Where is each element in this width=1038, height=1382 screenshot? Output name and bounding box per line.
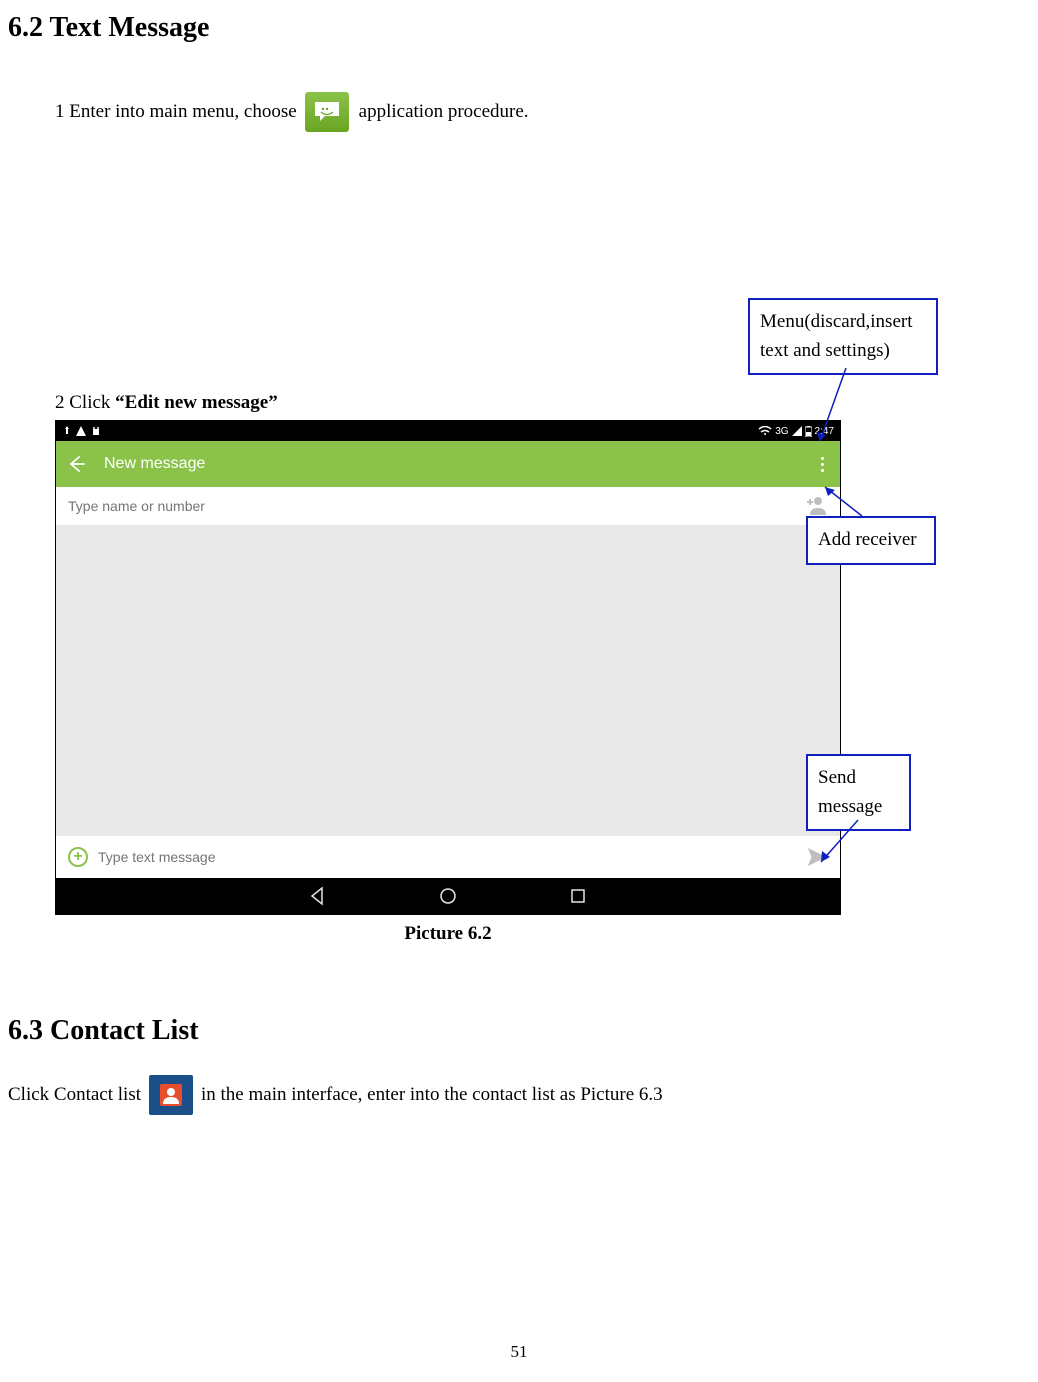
callout-menu-leader <box>816 368 856 448</box>
figure-caption: Picture 6.2 <box>55 923 841 945</box>
overflow-menu-button[interactable] <box>817 451 828 478</box>
section-title-6-3: 6.3 Contact List <box>8 1015 1038 1047</box>
status-bar: 3G 2:47 <box>56 421 840 441</box>
recipient-input[interactable] <box>68 498 804 514</box>
step1-pre-text: 1 Enter into main menu, choose <box>55 101 297 123</box>
back-icon[interactable] <box>68 455 86 473</box>
network-type: 3G <box>775 426 788 437</box>
nav-home-icon[interactable] <box>438 886 458 906</box>
app-bar-title: New message <box>104 455 205 473</box>
wifi-icon <box>758 426 772 436</box>
warning-icon <box>75 425 87 437</box>
callout-add-receiver-leader <box>822 484 882 524</box>
callout-menu: Menu(discard,insert text and settings) <box>748 298 938 375</box>
recipient-row <box>56 487 840 525</box>
contact-post-text: in the main interface, enter into the co… <box>201 1084 663 1106</box>
app-bar: New message <box>56 441 840 487</box>
section-title-6-2: 6.2 Text Message <box>8 12 1038 44</box>
step2-pre-text: 2 Click <box>55 392 115 413</box>
signal-icon <box>792 426 802 436</box>
battery-icon <box>805 426 812 437</box>
step1-post-text: application procedure. <box>359 101 529 123</box>
step2-bold-text: “Edit new message” <box>115 392 278 413</box>
message-body-area <box>56 525 840 836</box>
android-screenshot: 3G 2:47 New message <box>55 420 841 915</box>
contact-pre-text: Click Contact list <box>8 1084 141 1106</box>
nav-back-icon[interactable] <box>308 886 328 906</box>
page-number: 51 <box>0 1342 1038 1362</box>
callout-send-leader <box>818 820 878 870</box>
nav-recent-icon[interactable] <box>568 886 588 906</box>
navigation-bar <box>56 878 840 914</box>
messaging-app-icon <box>305 92 349 132</box>
contacts-app-icon <box>149 1075 193 1115</box>
attach-button[interactable]: + <box>68 847 88 867</box>
compose-row: + <box>56 836 840 878</box>
usb-icon <box>62 425 72 437</box>
message-input[interactable] <box>98 849 796 865</box>
android-icon <box>90 425 102 437</box>
